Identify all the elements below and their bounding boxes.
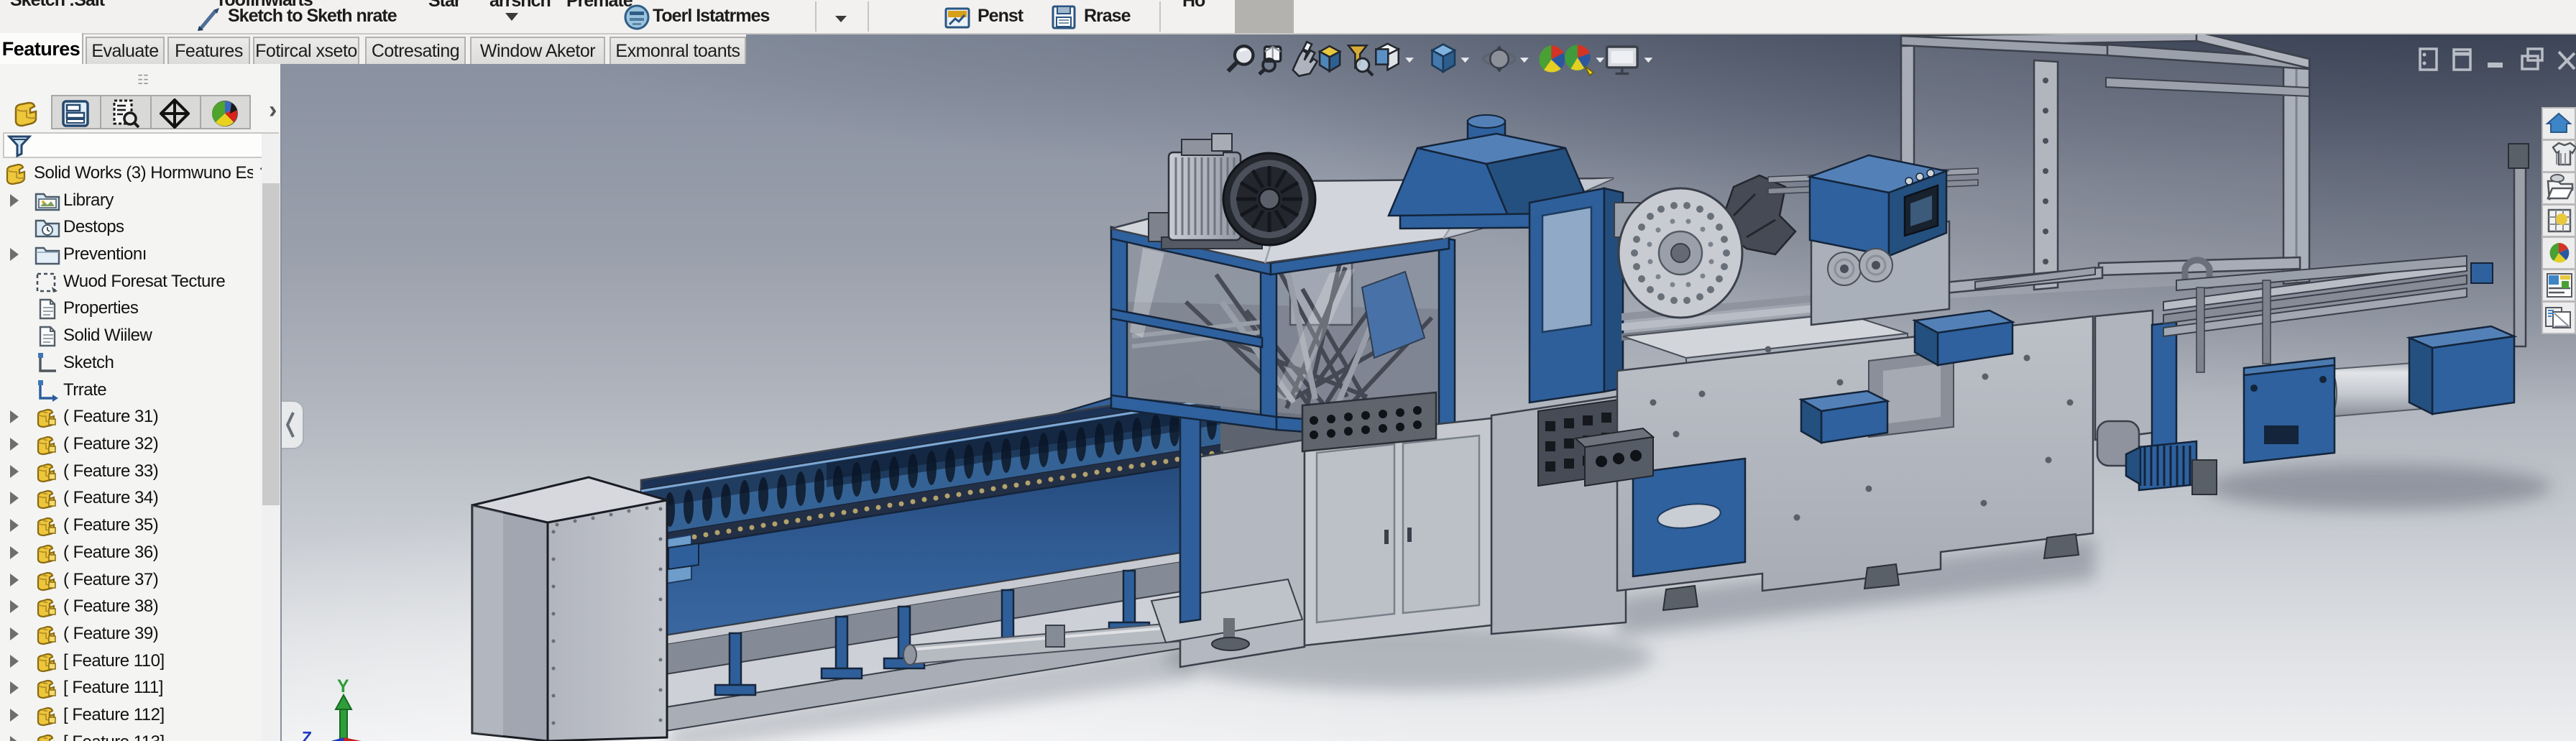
svg-text:Z: Z [302,728,312,741]
svg-text:Y: Y [337,676,349,696]
